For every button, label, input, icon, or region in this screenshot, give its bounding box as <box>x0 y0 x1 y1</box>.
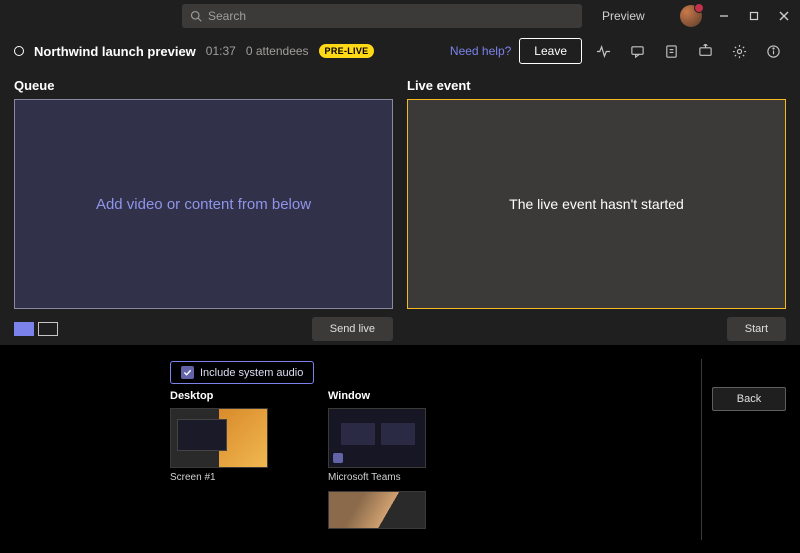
panels-area: Queue Add video or content from below Se… <box>0 70 800 345</box>
desktop-heading: Desktop <box>170 390 268 402</box>
include-system-audio-toggle[interactable]: Include system audio <box>170 361 314 384</box>
queue-title: Queue <box>14 78 393 93</box>
screen-1-thumb[interactable] <box>170 408 268 468</box>
close-button[interactable] <box>772 4 796 28</box>
teams-window-label: Microsoft Teams <box>328 472 426 483</box>
search-input[interactable]: Search <box>182 4 582 28</box>
titlebar: Search Preview <box>0 0 800 32</box>
status-badge: PRE-LIVE <box>319 44 375 58</box>
window-heading: Window <box>328 390 426 402</box>
live-panel: Live event The live event hasn't started… <box>407 78 786 341</box>
send-live-button[interactable]: Send live <box>312 317 393 341</box>
event-title: Northwind launch preview <box>34 44 196 59</box>
help-link[interactable]: Need help? <box>450 44 511 58</box>
attendee-count: 0 attendees <box>246 44 309 58</box>
elapsed-time: 01:37 <box>206 44 236 58</box>
include-audio-label: Include system audio <box>200 367 303 379</box>
mode-label: Preview <box>602 9 645 23</box>
back-button[interactable]: Back <box>712 387 786 411</box>
layout-split[interactable] <box>38 322 58 336</box>
health-icon[interactable] <box>590 38 616 64</box>
search-icon <box>190 10 202 22</box>
layout-single[interactable] <box>14 322 34 336</box>
maximize-button[interactable] <box>742 4 766 28</box>
checkbox-checked-icon <box>181 366 194 379</box>
start-button[interactable]: Start <box>727 317 786 341</box>
event-header: Northwind launch preview 01:37 0 attende… <box>0 32 800 70</box>
window-controls <box>680 4 800 28</box>
queue-placeholder: Add video or content from below <box>96 196 311 213</box>
screen-1-label: Screen #1 <box>170 472 268 483</box>
share-icon[interactable] <box>692 38 718 64</box>
minimize-button[interactable] <box>712 4 736 28</box>
teams-window-thumb[interactable] <box>328 408 426 468</box>
divider <box>701 359 702 540</box>
live-title: Live event <box>407 78 786 93</box>
qa-icon[interactable] <box>624 38 650 64</box>
live-placeholder: The live event hasn't started <box>509 196 684 212</box>
share-tray: Include system audio Desktop Screen #1 W… <box>0 345 800 540</box>
record-indicator-icon <box>14 46 24 56</box>
search-placeholder: Search <box>208 9 246 23</box>
queue-drop-area[interactable]: Add video or content from below <box>14 99 393 309</box>
layout-toggle <box>14 322 58 336</box>
queue-panel: Queue Add video or content from below Se… <box>14 78 393 341</box>
leave-button[interactable]: Leave <box>519 38 582 64</box>
window-column: Window Microsoft Teams <box>328 390 426 529</box>
live-preview: The live event hasn't started <box>407 99 786 309</box>
settings-icon[interactable] <box>726 38 752 64</box>
info-icon[interactable] <box>760 38 786 64</box>
window-2-thumb[interactable] <box>328 491 426 529</box>
desktop-column: Desktop Screen #1 <box>170 390 268 529</box>
avatar[interactable] <box>680 5 702 27</box>
notes-icon[interactable] <box>658 38 684 64</box>
queue-controls: Send live <box>14 317 393 341</box>
live-controls: Start <box>407 317 786 341</box>
